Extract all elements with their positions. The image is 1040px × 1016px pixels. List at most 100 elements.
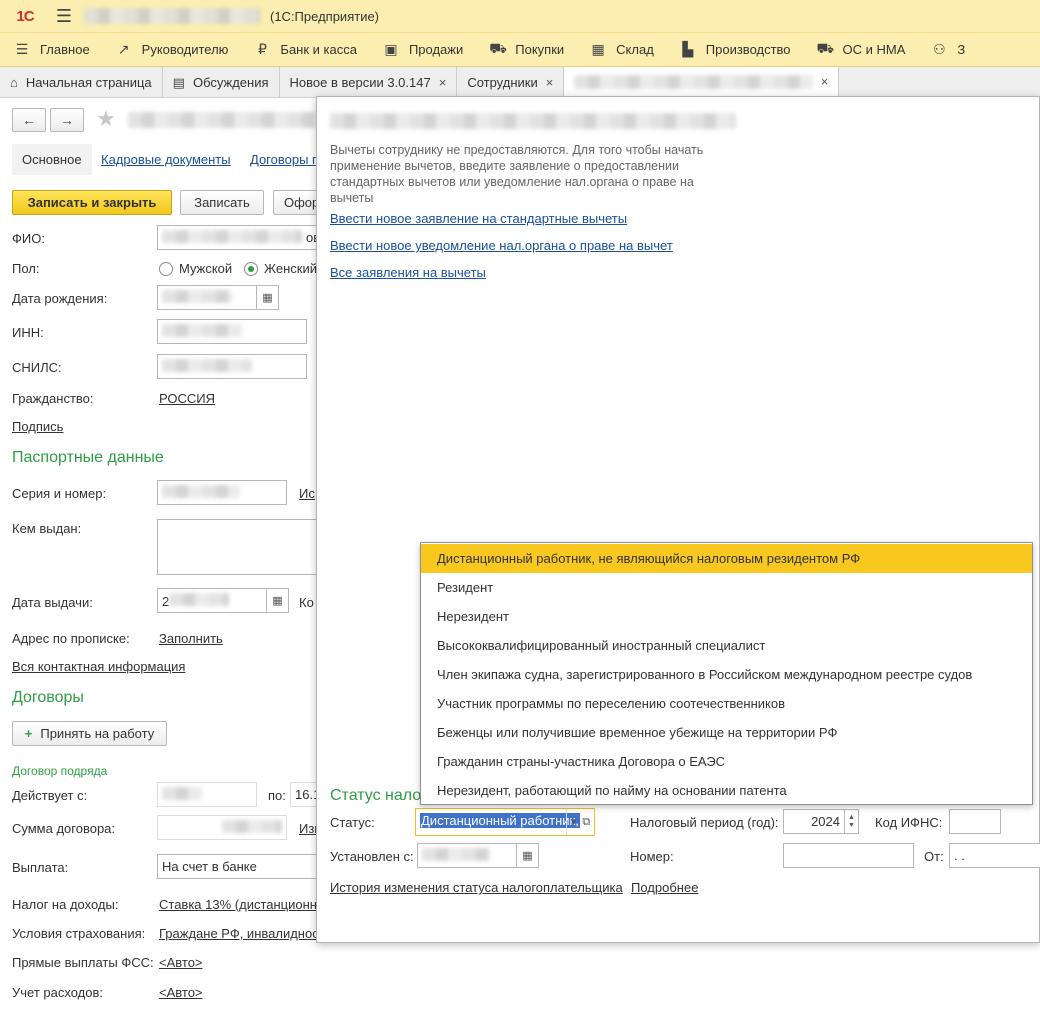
main-menu-icon[interactable]: ☰: [50, 0, 78, 32]
menu-item-6[interactable]: ▙ Производство: [666, 33, 803, 66]
calendar-icon[interactable]: ▦: [257, 285, 279, 310]
app-logo: 1С: [16, 7, 34, 25]
dropdown-option[interactable]: Гражданин страны-участника Договора о ЕА…: [421, 747, 1032, 776]
fss-link[interactable]: <Авто>: [159, 955, 203, 970]
status-dropdown-list: Дистанционный работник, не являющийся на…: [420, 542, 1033, 805]
signature-link[interactable]: Подпись: [12, 419, 63, 434]
dropdown-option[interactable]: Нерезидент, работающий по найму на основ…: [421, 776, 1032, 805]
tab-0[interactable]: ⌂ Начальная страница: [0, 67, 163, 97]
valid-from-field[interactable]: [157, 782, 257, 807]
menu-item-0[interactable]: ☰ Главное: [0, 33, 102, 66]
tab-close-icon[interactable]: ×: [546, 75, 554, 90]
menu-item-8[interactable]: ⚇ З: [917, 33, 977, 66]
menu-item-5[interactable]: ▦ Склад: [576, 33, 666, 66]
address-label: Адрес по прописке:: [12, 631, 130, 646]
dropdown-option[interactable]: Беженцы или получившие временное убежище…: [421, 718, 1032, 747]
save-button[interactable]: Записать: [180, 190, 264, 215]
established-from-field[interactable]: [417, 843, 517, 868]
passport-series-field[interactable]: [157, 480, 287, 505]
fio-value-redacted: [162, 230, 302, 243]
fill-address-link[interactable]: Заполнить: [159, 631, 223, 646]
tab-employee-card[interactable]: ×: [564, 67, 840, 97]
dropdown-option[interactable]: Нерезидент: [421, 602, 1032, 631]
forward-button[interactable]: →: [50, 108, 84, 132]
number-field[interactable]: [783, 843, 914, 868]
tab-3[interactable]: Сотрудники ×: [457, 67, 565, 97]
all-deduction-requests-link[interactable]: Все заявления на вычеты: [330, 265, 486, 280]
menu-item-label: Банк и касса: [280, 42, 357, 57]
save-and-close-button[interactable]: Записать и закрыть: [12, 190, 172, 215]
favorite-star-icon[interactable]: ★: [96, 106, 116, 132]
division-code-label: Ко: [299, 595, 314, 610]
discussion-icon: ▤: [172, 74, 185, 90]
calendar-icon[interactable]: ▦: [267, 588, 289, 613]
passport-history-link[interactable]: Ис: [299, 486, 315, 501]
form-title-redacted: [128, 112, 318, 128]
dropdown-option[interactable]: Участник программы по переселению соотеч…: [421, 689, 1032, 718]
tax-status-popup: Вычеты сотруднику не предоставляются. Дл…: [316, 96, 1040, 943]
gender-male-radio[interactable]: Мужской: [159, 261, 232, 276]
radio-circle: [159, 261, 173, 276]
tab-close-icon[interactable]: ×: [439, 75, 447, 90]
menu-item-7[interactable]: ⛟ ОС и НМА: [803, 33, 918, 66]
citizenship-link[interactable]: РОССИЯ: [159, 391, 215, 406]
tax-period-field[interactable]: 2024: [783, 809, 845, 834]
spin-up-icon[interactable]: ▲: [848, 814, 855, 822]
hire-button-label: Принять на работу: [40, 726, 155, 741]
payout-field[interactable]: На счет в банке: [157, 854, 317, 879]
dropdown-option[interactable]: Высококвалифицированный иностранный спец…: [421, 631, 1032, 660]
subtab-main[interactable]: Основное: [12, 144, 92, 175]
established-from-label: Установлен с:: [330, 849, 414, 864]
back-button[interactable]: ←: [12, 108, 46, 132]
expense-link[interactable]: <Авто>: [159, 985, 203, 1000]
gender-female-radio[interactable]: Женский: [244, 261, 317, 276]
snils-field[interactable]: [157, 354, 307, 379]
calendar-icon[interactable]: ▦: [517, 843, 539, 868]
menu-item-1[interactable]: ↗ Руководителю: [102, 33, 241, 66]
spin-down-icon[interactable]: ▼: [848, 822, 855, 830]
contract-amount-label: Сумма договора:: [12, 821, 116, 836]
insurance-label: Условия страхования:: [12, 926, 146, 941]
status-select[interactable]: Дистанционный работник, ▾ ⧉: [415, 808, 595, 836]
tab-label: Обсуждения: [192, 75, 269, 90]
subtab-hr-documents[interactable]: Кадровые документы: [101, 152, 231, 167]
menu-item-2[interactable]: ₽ Банк и касса: [240, 33, 369, 66]
menu-item-3[interactable]: ▣ Продажи: [369, 33, 475, 66]
income-tax-link[interactable]: Ставка 13% (дистанционн: [159, 897, 317, 912]
menu-item-label: Главное: [40, 42, 90, 57]
passport-section-title: Паспортные данные: [12, 449, 164, 466]
all-contacts-link[interactable]: Вся контактная информация: [12, 659, 185, 674]
new-standard-deduction-link[interactable]: Ввести новое заявление на стандартные вы…: [330, 211, 627, 226]
valid-to-label: по:: [268, 788, 286, 803]
year-spinner-icon[interactable]: ▲ ▼: [845, 809, 859, 834]
menu-item-label: Производство: [705, 42, 791, 57]
dropdown-option[interactable]: Резидент: [421, 573, 1032, 602]
birth-date-field[interactable]: [157, 285, 257, 310]
dropdown-arrow-icon[interactable]: ▾ ⧉: [566, 809, 594, 835]
issue-date-field[interactable]: 2: [157, 588, 267, 613]
ifns-code-field[interactable]: [949, 809, 1001, 834]
hire-button[interactable]: + Принять на работу: [12, 721, 167, 746]
tab-close-icon[interactable]: ×: [821, 74, 829, 89]
from-date-field[interactable]: . .: [949, 843, 1040, 868]
contract-amount-field[interactable]: [157, 815, 287, 840]
inn-field[interactable]: [157, 319, 307, 344]
issued-by-field[interactable]: [157, 519, 317, 575]
passport-series-redacted: [162, 485, 240, 498]
new-tax-notice-link[interactable]: Ввести новое уведомление нал.органа о пр…: [330, 238, 673, 253]
insurance-link[interactable]: Граждане РФ, инвалидност: [159, 926, 325, 941]
tax-period-label: Налоговый период (год):: [630, 815, 779, 830]
menu-item-label: Продажи: [408, 42, 464, 57]
menu-item-4[interactable]: ⛟ Покупки: [475, 33, 576, 66]
dropdown-option[interactable]: Дистанционный работник, не являющийся на…: [421, 544, 1032, 573]
factory-icon: ▙: [682, 41, 694, 57]
citizenship-label: Гражданство:: [12, 391, 94, 406]
tab-2[interactable]: Новое в версии 3.0.147 ×: [280, 67, 458, 97]
subtab-contracts[interactable]: Договоры п: [250, 152, 319, 167]
tab-1[interactable]: ▤ Обсуждения: [163, 67, 280, 97]
fio-field[interactable]: ов: [157, 225, 317, 250]
dropdown-option[interactable]: Член экипажа судна, зарегистрированного …: [421, 660, 1032, 689]
section-menu-bar: ☰ Главное ↗ Руководителю ₽ Банк и касса ▣ Прода…: [0, 32, 1040, 67]
more-details-link[interactable]: Подробнее: [631, 880, 698, 895]
status-history-link[interactable]: История изменения статуса налогоплательщ…: [330, 880, 623, 895]
